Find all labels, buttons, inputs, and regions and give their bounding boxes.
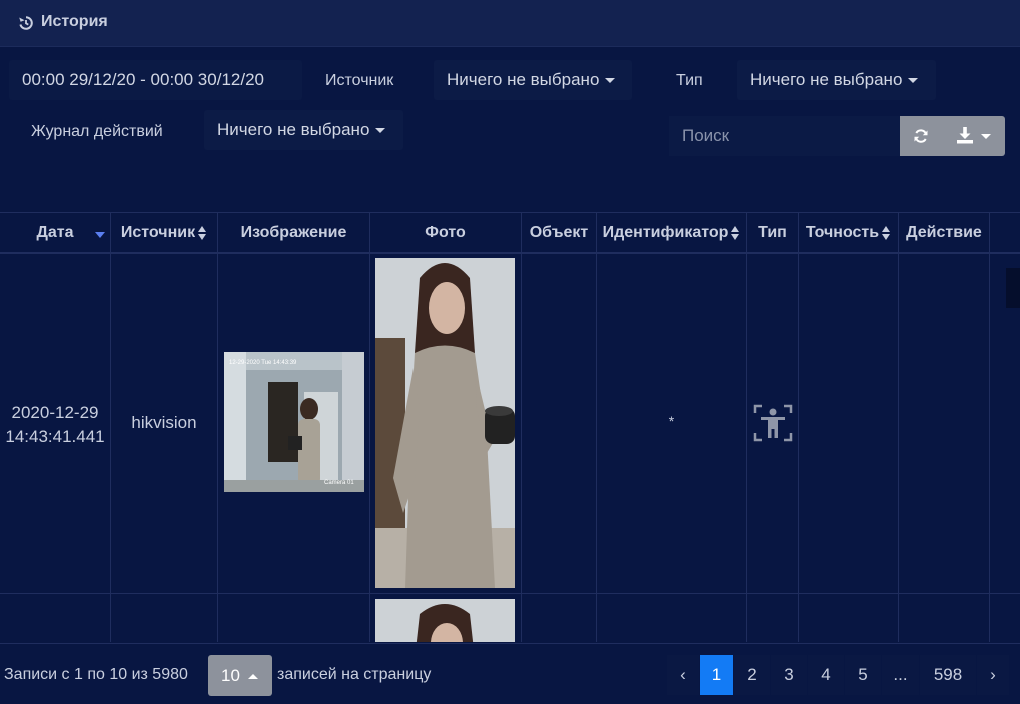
chevron-down-icon: [908, 78, 919, 84]
sort-icon: [731, 225, 740, 240]
snapshot-timestamp: 12-29-2020 Tue 14:43:39: [229, 360, 297, 366]
chevron-down-icon: [605, 78, 616, 84]
column-identifier[interactable]: Идентификатор: [597, 213, 747, 252]
chevron-up-icon: [247, 674, 258, 680]
column-photo: Фото: [370, 213, 522, 252]
table-row[interactable]: 2020-12-29 14:43:41.441 hikvision 12-29-…: [0, 253, 1020, 594]
pagination-ellipsis: ...: [882, 655, 920, 695]
table-row[interactable]: [0, 594, 1020, 642]
date-range-picker[interactable]: 00:00 29/12/20 - 00:00 30/12/20: [9, 60, 302, 100]
column-label: Фото: [425, 224, 466, 241]
column-object: Объект: [522, 213, 597, 252]
column-label: Точность: [805, 224, 880, 241]
history-icon: [19, 16, 33, 30]
type-filter-label: Тип: [676, 72, 703, 89]
source-value: hikvision: [131, 413, 197, 432]
journal-filter-value: Ничего не выбрано: [217, 120, 370, 139]
source-filter-select[interactable]: Ничего не выбрано: [434, 60, 632, 100]
time-value: 14:43:41.441: [5, 427, 105, 446]
source-cell: [111, 594, 218, 642]
column-label: Объект: [529, 224, 589, 241]
search-input[interactable]: [669, 116, 901, 156]
column-label: Действие: [906, 224, 982, 241]
toolbar-button-group: [900, 116, 1005, 156]
column-label: Идентификатор: [602, 224, 729, 241]
refresh-button[interactable]: [900, 116, 942, 156]
identifier-value: *: [668, 413, 675, 429]
photo-cell: [370, 594, 522, 642]
column-type: Тип: [747, 213, 799, 252]
chevron-down-icon: [981, 134, 991, 139]
table-footer: Записи с 1 по 10 из 5980 10 записей на с…: [0, 643, 1020, 704]
camera-snapshot-image[interactable]: 12-29-2020 Tue 14:43:39 Camera 01: [224, 352, 364, 492]
source-filter-label: Источник: [325, 72, 394, 89]
export-dropdown-button[interactable]: [942, 116, 1005, 156]
image-cell: 12-29-2020 Tue 14:43:39 Camera 01: [218, 253, 370, 593]
pagination-page-5[interactable]: 5: [845, 655, 882, 695]
column-label: Дата: [36, 224, 74, 241]
source-filter-value: Ничего не выбрано: [447, 70, 600, 89]
sort-desc-icon: [95, 232, 105, 238]
page-header: История: [0, 0, 1020, 47]
date-cell: [0, 594, 111, 642]
action-cell: [899, 594, 990, 642]
sort-icon: [198, 225, 207, 240]
image-cell: [218, 594, 370, 642]
type-cell: [747, 253, 799, 593]
snapshot-camera-label: Camera 01: [324, 480, 354, 486]
chevron-down-icon: [375, 128, 386, 134]
table-header: Дата Источник Изображение Фото Объект Ид…: [0, 212, 1020, 254]
column-date[interactable]: Дата: [0, 213, 111, 252]
pagination-page-2[interactable]: 2: [734, 655, 771, 695]
column-label: Источник: [120, 224, 196, 241]
page-title: История: [41, 13, 108, 30]
object-cell: [522, 594, 597, 642]
journal-filter-label: Журнал действий: [31, 123, 163, 140]
identifier-cell: *: [597, 253, 747, 593]
sort-icon: [882, 225, 891, 240]
pagination-page-1[interactable]: 1: [700, 655, 734, 695]
identifier-cell: [597, 594, 747, 642]
source-cell: hikvision: [111, 253, 218, 593]
type-cell: [747, 594, 799, 642]
type-filter-select[interactable]: Ничего не выбрано: [737, 60, 936, 100]
refresh-icon: [914, 129, 928, 143]
column-label: Изображение: [240, 224, 347, 241]
column-label: Тип: [758, 224, 787, 241]
pagination-next[interactable]: ›: [977, 655, 1010, 695]
journal-filter-select[interactable]: Ничего не выбрано: [204, 110, 403, 150]
column-action: Действие: [899, 213, 990, 252]
photo-cell: [370, 253, 522, 593]
per-page-label: записей на страницу: [277, 666, 432, 683]
page-size-select[interactable]: 10: [208, 655, 272, 696]
page-size-value: 10: [221, 666, 240, 685]
object-cell: [522, 253, 597, 593]
date-value: 2020-12-29: [11, 403, 99, 422]
face-photo-image[interactable]: [375, 599, 515, 642]
person-detection-icon: [753, 404, 793, 442]
action-cell: [899, 253, 990, 593]
records-info: Записи с 1 по 10 из 5980: [4, 666, 188, 683]
face-photo-image[interactable]: [375, 258, 515, 588]
column-accuracy[interactable]: Точность: [799, 213, 899, 252]
history-table: Дата Источник Изображение Фото Объект Ид…: [0, 212, 1020, 642]
pagination-page-last[interactable]: 598: [920, 655, 977, 695]
column-source[interactable]: Источник: [111, 213, 218, 252]
table-scrollbar[interactable]: [1006, 268, 1020, 308]
pagination-prev[interactable]: ‹: [667, 655, 700, 695]
accuracy-cell: [799, 594, 899, 642]
pagination-page-3[interactable]: 3: [771, 655, 808, 695]
pagination-page-4[interactable]: 4: [808, 655, 845, 695]
type-filter-value: Ничего не выбрано: [750, 70, 903, 89]
download-icon: [957, 127, 973, 144]
column-image: Изображение: [218, 213, 370, 252]
accuracy-cell: [799, 253, 899, 593]
date-cell: 2020-12-29 14:43:41.441: [0, 253, 111, 593]
